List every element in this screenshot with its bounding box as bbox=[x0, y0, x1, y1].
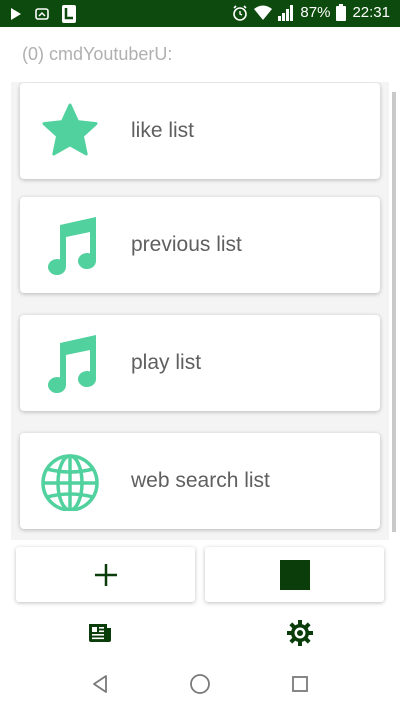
battery-icon bbox=[336, 4, 347, 21]
alarm-icon bbox=[233, 4, 248, 21]
globe-icon bbox=[41, 454, 99, 511]
settings-icon[interactable] bbox=[287, 620, 313, 646]
wifi-icon bbox=[254, 5, 273, 20]
home-icon[interactable] bbox=[188, 672, 212, 696]
list-container[interactable]: like list previous list play list web se… bbox=[11, 82, 389, 540]
stop-icon bbox=[280, 560, 310, 590]
list-label: previous list bbox=[131, 233, 242, 256]
stop-button[interactable] bbox=[205, 547, 384, 602]
music-note-icon bbox=[48, 217, 97, 275]
clock: 22:31 bbox=[352, 4, 390, 21]
list-label: web search list bbox=[131, 469, 270, 492]
add-icon bbox=[95, 564, 117, 586]
recents-icon[interactable] bbox=[288, 672, 312, 696]
music-note-icon bbox=[48, 335, 97, 393]
list-card-play[interactable]: play list bbox=[20, 315, 380, 411]
list-label: like list bbox=[131, 119, 195, 142]
list-card-previous[interactable]: previous list bbox=[20, 197, 380, 293]
news-icon[interactable] bbox=[87, 620, 113, 646]
scrollbar[interactable] bbox=[392, 92, 396, 532]
list-card-web-search[interactable]: web search list bbox=[20, 433, 380, 529]
back-icon[interactable] bbox=[88, 672, 112, 696]
play-icon bbox=[11, 8, 21, 20]
star-icon bbox=[42, 103, 98, 156]
status-bar: 87% 22:31 bbox=[0, 0, 400, 27]
notification-app-icon bbox=[62, 5, 76, 23]
page-title: (0) cmdYoutuberU: bbox=[22, 44, 173, 64]
list-label: play list bbox=[131, 351, 202, 374]
cast-icon bbox=[35, 8, 49, 20]
battery-percent: 87% bbox=[300, 4, 331, 21]
add-button[interactable] bbox=[16, 547, 195, 602]
signal-icon bbox=[278, 4, 294, 21]
list-card-like[interactable]: like list bbox=[20, 83, 380, 179]
